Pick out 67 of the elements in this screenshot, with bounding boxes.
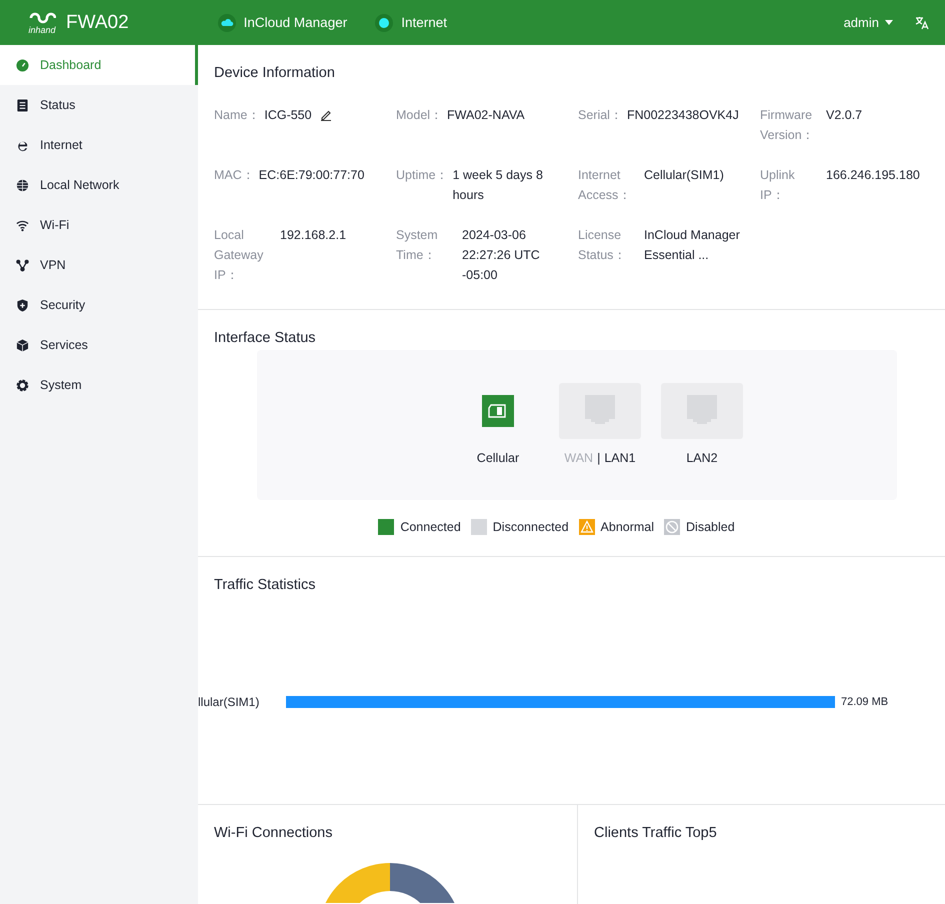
field-label: Local Gateway IP： [214,227,264,284]
field-label: Firmware Version： [760,107,816,144]
legend-label: Abnormal [600,520,654,534]
field-value: InCloud Manager Essential ... [644,227,741,264]
status-label: Internet [401,15,447,30]
field-value: ICG-550 [264,107,312,124]
port-label: Cellular [476,451,520,465]
field-value: 192.168.2.1 [280,227,346,244]
sidebar-item[interactable]: Dashboard [0,45,198,85]
sidebar-item[interactable]: System [0,365,198,405]
field-value: 1 week 5 days 8 hours [452,167,544,204]
sidebar-item[interactable]: Wi-Fi [0,205,198,245]
globe-icon [16,178,29,192]
network-nodes-icon [16,258,29,272]
label-separator: | [597,451,600,465]
field-value: 166.246.195.180 [826,167,920,184]
settings-icon [16,378,29,392]
field-label: System Time： [396,227,439,264]
sidebar-item[interactable]: Status [0,85,198,125]
section-title: Device Information [214,65,336,81]
section-title: Traffic Statistics [214,577,317,593]
status-label: InCloud Manager [244,15,348,30]
field-label: Name： [214,107,260,124]
section-title: Interface Status [214,330,317,346]
sidebar-item[interactable]: Internet [0,125,198,165]
logo-text: inhand [28,24,56,34]
cube-icon [16,338,29,352]
port-label: WAN [564,451,594,465]
field-value: V2.0.7 [826,107,862,124]
field-value: FN00223438OVK4J [626,107,739,124]
field-value: 2024-03-06 22:27:26 UTC -05:00 [462,227,541,284]
field-label: MAC： [214,167,255,184]
sidebar-item[interactable]: Local Network [0,165,198,205]
field-value: FWA02-NAVA [447,107,525,124]
product-name: FWA02 [66,12,129,34]
field-label: Uplink IP： [760,167,796,204]
field-label: Serial： [578,107,623,124]
field-label: License Status： [578,227,628,264]
translate-icon[interactable] [915,16,929,30]
legend-label: Disconnected [492,520,569,534]
section-title: Clients Traffic Top5 [594,825,718,841]
logo-icon [28,10,56,24]
field-value: Cellular(SIM1) [644,167,724,184]
section-title: Wi-Fi Connections [214,825,334,841]
document-icon [16,98,29,112]
status-dot-icon [375,14,394,32]
shield-icon [16,298,29,312]
sidebar-item[interactable]: Security [0,285,198,325]
legend-label: Disabled [686,520,735,534]
cloud-icon [218,14,236,32]
traffic-label: llular(SIM1) [198,695,260,709]
field-label: Model： [396,107,444,124]
traffic-reading: 72.09 MB [841,696,888,708]
port-label: LAN2 [686,451,718,465]
legend-label: Connected [400,520,461,534]
port-label: LAN1 [604,451,636,465]
field-label: Uptime： [396,167,449,184]
field-label: Internet Access： [578,167,632,204]
edit-icon[interactable] [320,109,332,121]
field-value: EC:6E:79:00:77:70 [258,167,364,184]
caret-icon [885,20,893,25]
user-menu[interactable]: admin [844,15,893,30]
sidebar-item[interactable]: VPN [0,245,198,285]
sidebar-item[interactable]: Services [0,325,198,365]
wifi-icon [16,218,29,232]
gauge-icon [16,58,29,72]
sim-card-icon[interactable] [482,395,514,427]
